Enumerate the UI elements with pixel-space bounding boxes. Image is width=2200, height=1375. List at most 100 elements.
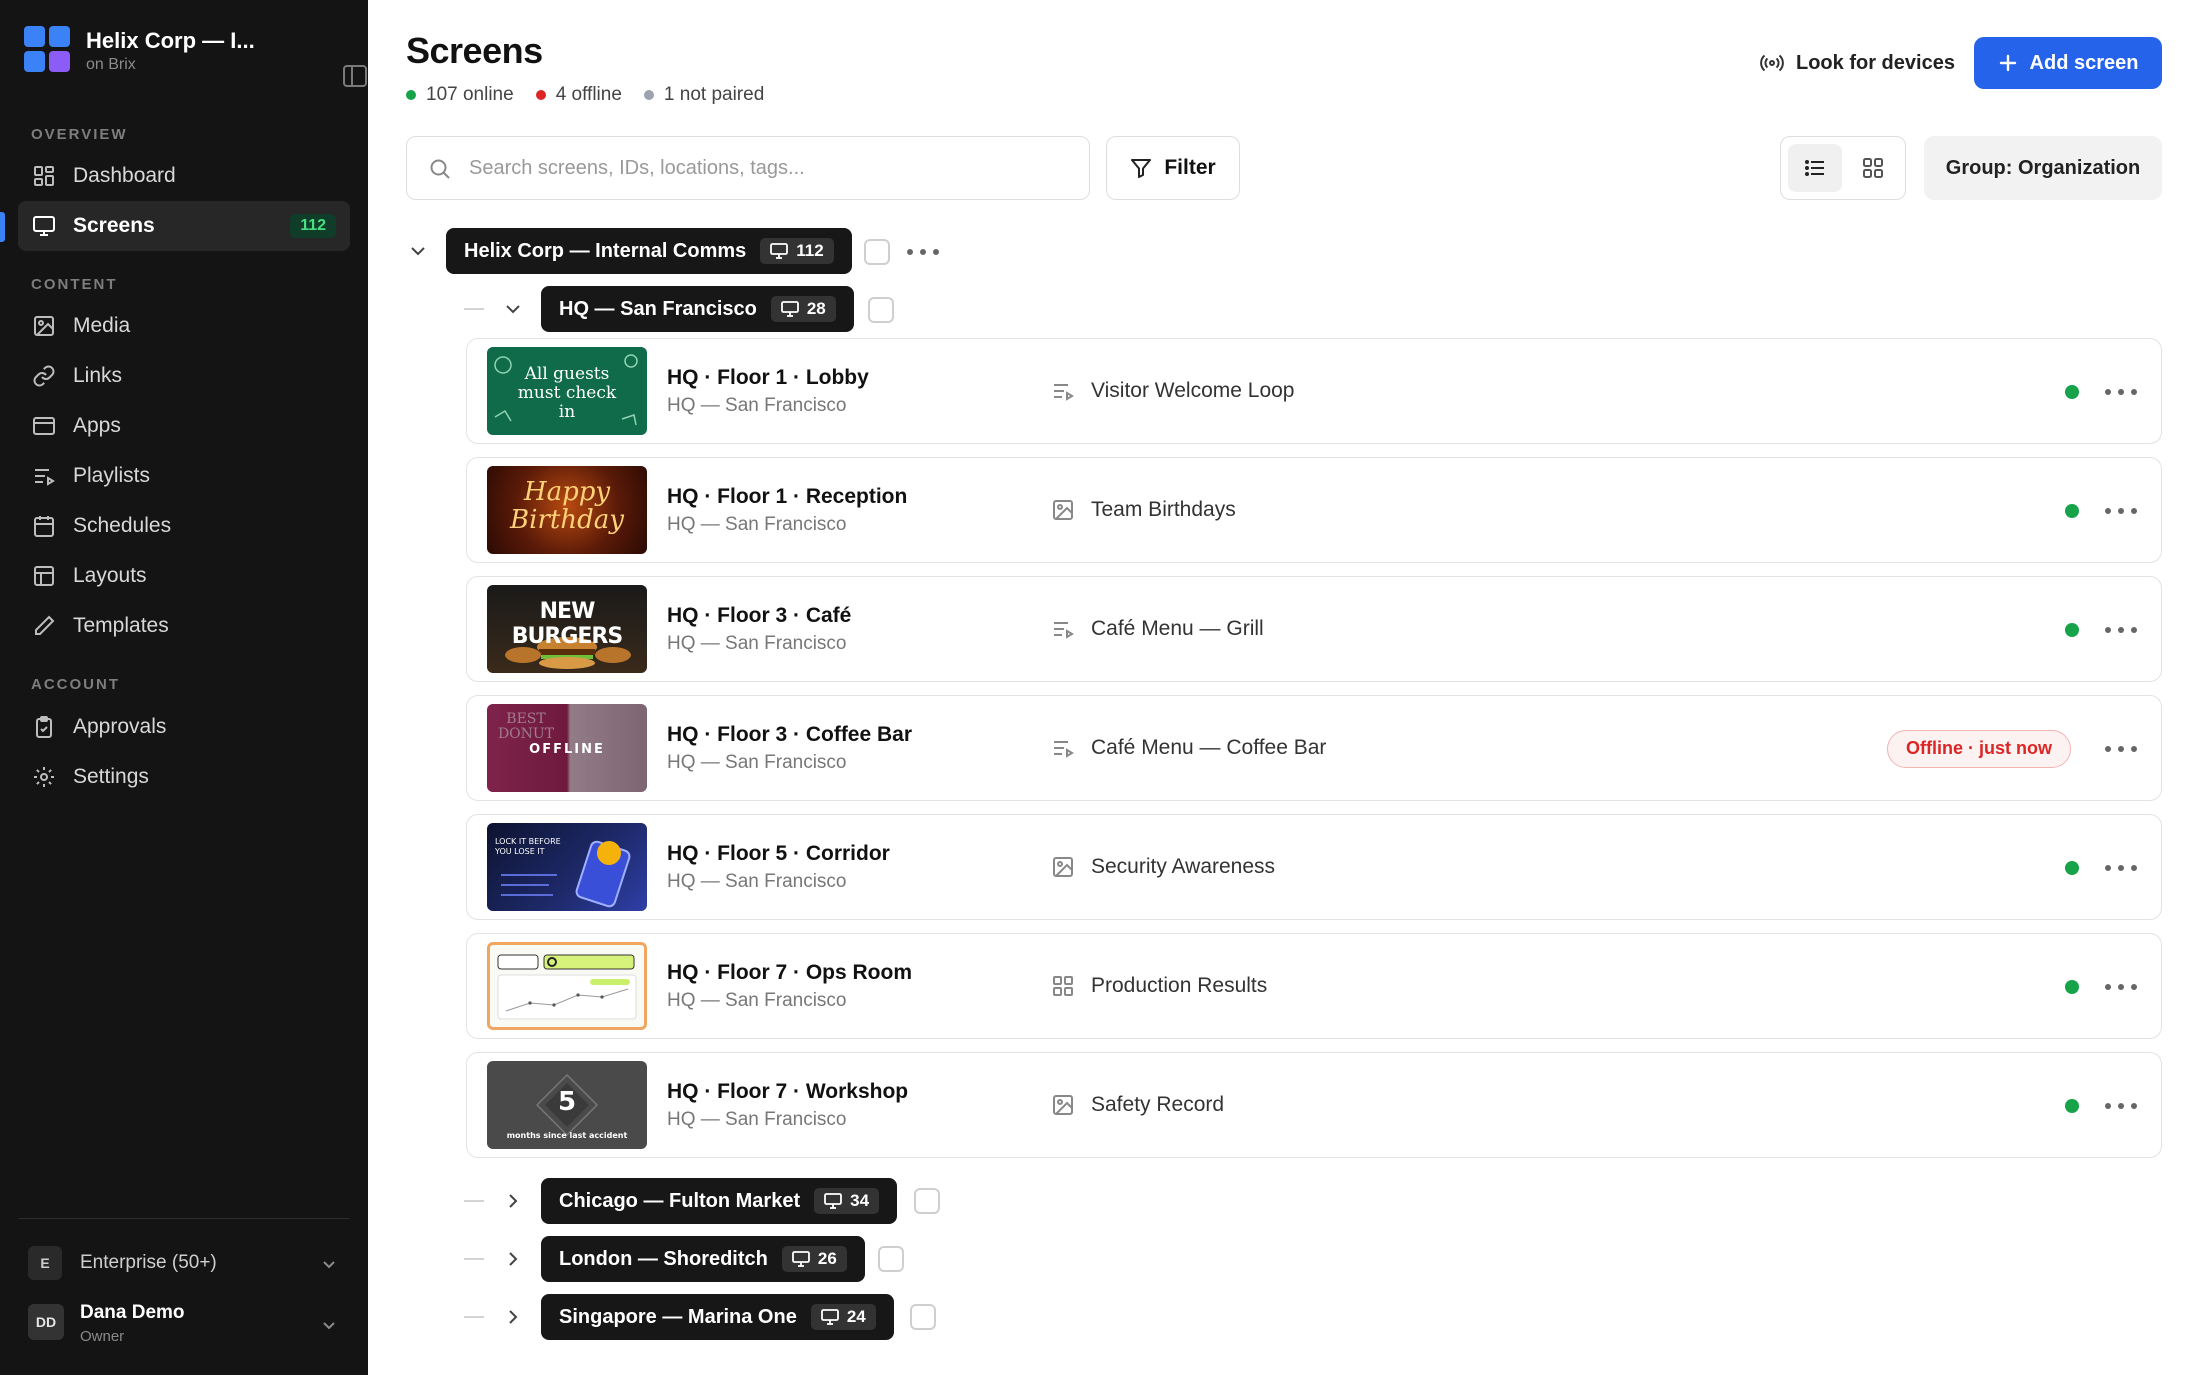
online-status-dot [2065,623,2079,637]
chevron-down-icon[interactable] [503,299,523,319]
monitor-icon [780,301,799,317]
sidebar-item-schedules[interactable]: Schedules [18,501,350,551]
image-icon [34,316,54,336]
screen-name: HQ · Floor 5 · Corridor [667,842,890,865]
filter-button[interactable]: Filter [1106,136,1240,200]
group-name: Singapore — Marina One [559,1305,797,1328]
screen-row[interactable]: Happy Birthday HQ · Floor 1 · Reception … [466,457,2162,563]
screen-row[interactable]: BEST DONUT OFFLINE HQ · Floor 3 · Coffee… [466,695,2162,801]
screen-row[interactable]: 5 months since last accident HQ · Floor … [466,1052,2162,1158]
group-checkbox[interactable] [914,1188,940,1214]
more-icon[interactable] [2105,387,2139,397]
screen-name: HQ · Floor 1 · Lobby [667,366,869,389]
sidebar-item-label: Playlists [73,464,151,487]
org-switcher[interactable]: Helix Corp — I... on Brix [24,26,367,87]
sidebar-item-links[interactable]: Links [18,351,350,401]
screen-row[interactable]: All guests must check in HQ · Floor 1 · … [466,338,2162,444]
sidebar-divider [18,1218,350,1219]
sidebar-item-label: Layouts [73,564,147,587]
chevron-right-icon[interactable] [503,1249,523,1269]
screen-thumbnail: LOCK IT BEFORE YOU LOSE IT [487,823,647,911]
assigned-content[interactable]: Visitor Welcome Loop [1091,379,1295,403]
group-header-sf[interactable]: HQ — San Francisco 28 [541,286,854,332]
sidebar-item-templates[interactable]: Templates [18,601,350,651]
sidebar-item-layouts[interactable]: Layouts [18,551,350,601]
thumbnail-text: All guests must check in [517,364,617,422]
group-checkbox[interactable] [878,1246,904,1272]
plan-initial: E [28,1246,62,1280]
look-for-devices-button[interactable]: Look for devices [1760,38,1955,88]
sidebar-item-label: Settings [73,765,149,788]
user-role: Owner [80,1328,125,1345]
monitor-icon [33,216,55,236]
more-icon[interactable] [907,247,941,257]
group-by-button[interactable]: Group: Organization [1924,136,2162,200]
screen-thumbnail: All guests must check in [487,347,647,435]
offline-overlay-label: OFFLINE [529,742,605,757]
chevron-down-icon [323,1322,335,1330]
search-input[interactable] [469,147,1069,189]
chevron-down-icon[interactable] [408,241,428,261]
sidebar-item-approvals[interactable]: Approvals [18,702,350,752]
search-box[interactable] [406,136,1090,200]
more-icon[interactable] [2105,1101,2139,1111]
screen-row[interactable]: NEW BURGERS HQ · Floor 3 · Café HQ — San… [466,576,2162,682]
screen-location: HQ — San Francisco [667,514,847,535]
assigned-content[interactable]: Café Menu — Grill [1091,617,1264,641]
group-name: Helix Corp — Internal Comms [464,239,747,262]
layout-grid-icon [1053,976,1073,996]
screen-row[interactable]: HQ · Floor 7 · Ops Room HQ — San Francis… [466,933,2162,1039]
thumbnail-text: Happy Birthday [510,477,624,535]
sidebar-toggle-icon[interactable] [342,64,368,88]
screen-name: HQ · Floor 3 · Coffee Bar [667,723,913,746]
screen-name: HQ · Floor 7 · Workshop [667,1080,909,1103]
group-checkbox[interactable] [864,239,890,265]
sidebar-item-apps[interactable]: Apps [18,401,350,451]
group-header-singapore[interactable]: Singapore — Marina One 24 [541,1294,894,1340]
assigned-content[interactable]: Safety Record [1091,1093,1224,1117]
group-count-value: 34 [850,1191,870,1210]
online-status-dot [2065,504,2079,518]
group-count-value: 26 [817,1249,837,1268]
sidebar-item-label: Links [73,364,123,387]
assigned-content[interactable]: Team Birthdays [1091,498,1236,522]
thumbnail-text: NEW BURGERS [511,599,623,649]
add-screen-button[interactable]: Add screen [1974,37,2162,89]
grid-view-button[interactable] [1846,144,1900,192]
monitor-icon [824,1193,843,1209]
assigned-content[interactable]: Production Results [1091,974,1267,998]
group-checkbox[interactable] [868,297,894,323]
list-view-button[interactable] [1788,144,1842,192]
active-indicator [0,212,5,242]
group-header-org[interactable]: Helix Corp — Internal Comms 112 [446,228,852,274]
more-icon[interactable] [2105,982,2139,992]
more-icon[interactable] [2105,625,2139,635]
more-icon[interactable] [2105,506,2139,516]
status-summary: 107 online 4 offline 1 not paired [406,84,764,106]
group-name: London — Shoreditch [559,1247,768,1270]
avatar: DD [28,1304,64,1340]
group-header-chicago[interactable]: Chicago — Fulton Market 34 [541,1178,898,1224]
sidebar-item-screens[interactable]: Screens 112 [18,201,350,251]
assigned-content[interactable]: Security Awareness [1091,855,1275,879]
plan-selector[interactable]: E Enterprise (50+) [18,1240,350,1288]
sidebar-item-media[interactable]: Media [18,301,350,351]
sidebar-item-playlists[interactable]: Playlists [18,451,350,501]
assigned-content[interactable]: Café Menu — Coffee Bar [1091,736,1326,760]
sidebar-item-dashboard[interactable]: Dashboard [18,151,350,201]
more-icon[interactable] [2105,744,2139,754]
group-header-london[interactable]: London — Shoreditch 26 [541,1236,865,1282]
group-checkbox[interactable] [910,1304,936,1330]
sidebar-item-label: Screens [73,214,155,237]
chevron-right-icon[interactable] [503,1191,523,1211]
tree-connector [464,1200,484,1202]
user-menu[interactable]: DD Dana Demo Owner [18,1296,350,1356]
group-count: 28 [770,296,836,322]
more-icon[interactable] [2105,863,2139,873]
sidebar-item-settings[interactable]: Settings [18,752,350,802]
playlist-icon [1054,384,1074,401]
screen-row[interactable]: LOCK IT BEFORE YOU LOSE IT HQ · Floor 5 … [466,814,2162,920]
screen-thumbnail [487,942,647,1030]
group-count: 24 [810,1304,876,1330]
chevron-right-icon[interactable] [503,1307,523,1327]
